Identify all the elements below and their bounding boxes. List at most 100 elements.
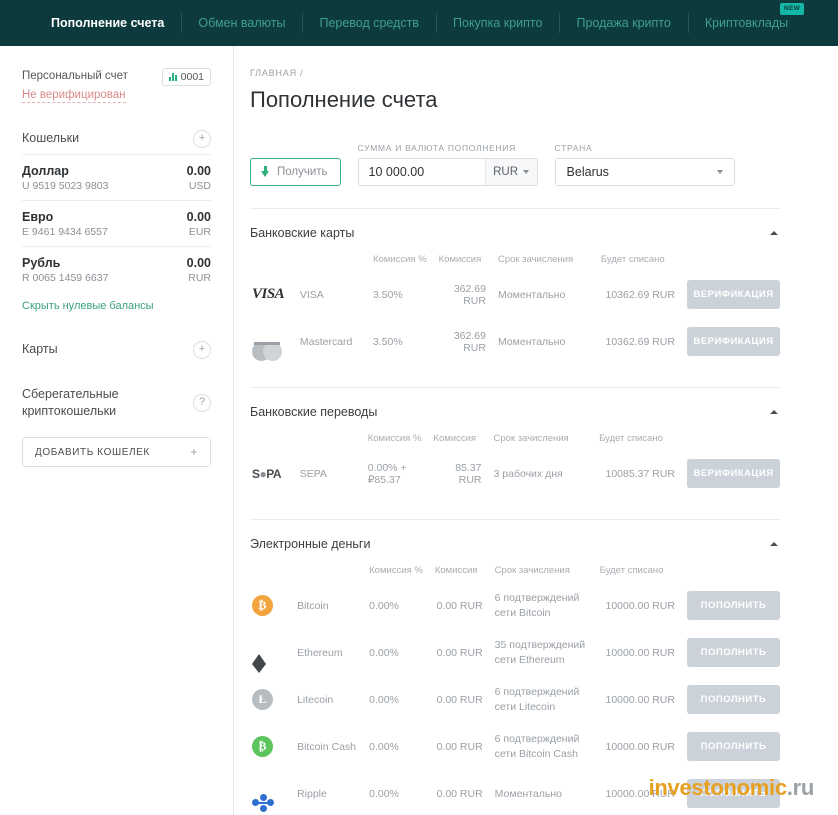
payment-fee: 0.00 RUR <box>436 740 483 753</box>
table-head: Комиссия % Комиссия Срок зачисления Буде… <box>250 246 780 271</box>
section-header[interactable]: Банковские карты <box>250 209 780 240</box>
table-row[interactable]: Ripple 0.00% 0.00 RUR Моментально 10000.… <box>250 770 780 815</box>
bitcoin-cash-icon: ₿ <box>252 736 273 757</box>
payment-total: 10362.69 RUR <box>605 288 675 301</box>
nav-item-label: Пополнение счета <box>51 16 165 30</box>
col-logo <box>250 425 294 450</box>
verification-button[interactable]: ВЕРИФИКАЦИЯ <box>687 459 780 488</box>
account-summary: Персональный счет Не верифицирован 0001 <box>22 68 211 103</box>
country-select[interactable]: Belarus <box>554 158 735 186</box>
deposit-button[interactable]: ПОПОЛНИТЬ <box>687 779 780 808</box>
wallet-row[interactable]: Евро 0.00 E 9461 9434 6557 EUR <box>22 199 211 246</box>
table-head: Комиссия % Комиссия Срок зачисления Буде… <box>250 425 780 450</box>
wallet-primary-line: Доллар 0.00 <box>22 164 211 178</box>
payment-total: 10000.00 RUR <box>605 599 675 612</box>
table-row[interactable]: Ethereum 0.00% 0.00 RUR 35 подтверждений… <box>250 629 780 676</box>
payment-name: Ethereum <box>297 646 343 659</box>
add-wallet-plus-icon[interactable]: + <box>193 129 211 148</box>
top-navigation: Пополнение счета Обмен валюты Перевод ср… <box>0 0 838 46</box>
add-wallet-button[interactable]: ДОБАВИТЬ КОШЕЛЕК + <box>22 437 211 468</box>
chevron-down-icon <box>523 170 529 174</box>
deposit-button[interactable]: ПОПОЛНИТЬ <box>687 732 780 761</box>
deposit-button[interactable]: ПОПОЛНИТЬ <box>687 638 780 667</box>
table-row[interactable]: VISA VISA 3.50% 362.69 RUR Моментально 1… <box>250 271 780 318</box>
section-title: Электронные деньги <box>250 537 371 551</box>
receive-button-label: Получить <box>277 166 328 178</box>
payment-term: Моментально <box>497 335 566 348</box>
payment-action-cell: ВЕРИФИКАЦИЯ <box>681 271 780 318</box>
chevron-up-icon[interactable] <box>770 410 778 414</box>
currency-select-value: RUR <box>493 166 518 178</box>
col-action <box>681 557 780 582</box>
savings-label: Сберегательные криптокошельки <box>22 386 119 418</box>
help-question-icon[interactable]: ? <box>193 393 211 412</box>
payment-term: 35 подтверждений сети Ethereum <box>494 639 586 666</box>
wallet-name: Евро <box>22 209 54 224</box>
nav-item-exchange[interactable]: Обмен валюты <box>181 0 302 46</box>
wallet-row[interactable]: Рубль 0.00 R 0065 1459 6637 RUR <box>22 245 211 292</box>
account-verification-status[interactable]: Не верифицирован <box>22 89 126 103</box>
section-bank-cards: Банковские карты Комиссия % Комиссия Сро… <box>250 208 780 365</box>
chevron-up-icon[interactable] <box>770 231 778 235</box>
payment-logo-cell: VISA <box>250 271 294 318</box>
download-arrow-icon <box>261 166 270 178</box>
payment-logo-cell <box>250 318 294 365</box>
payment-logo-cell: ₿ <box>250 723 291 770</box>
payment-fee-pct: 3.50% <box>372 288 403 301</box>
payment-fee-pct: 0.00% <box>369 693 399 706</box>
wallet-secondary-line: U 9519 5023 9803 USD <box>22 178 211 192</box>
cards-label: Карты <box>22 342 58 357</box>
table-row[interactable]: ₿ Bitcoin 0.00% 0.00 RUR 6 подтверждений… <box>250 582 780 629</box>
currency-select[interactable]: RUR <box>484 159 537 185</box>
deposit-button[interactable]: ПОПОЛНИТЬ <box>687 685 780 714</box>
section-header[interactable]: Банковские переводы <box>250 388 780 419</box>
section-title: Банковские карты <box>250 226 355 240</box>
nav-item-deposit[interactable]: Пополнение счета <box>34 0 181 46</box>
payment-term: 3 рабочих дня <box>493 467 563 480</box>
table-row[interactable]: ₿ Bitcoin Cash 0.00% 0.00 RUR 6 подтверж… <box>250 723 780 770</box>
nav-item-crypto-deposits[interactable]: Криптовклады NEW <box>687 0 805 46</box>
payment-fee-pct: 3.50% <box>372 335 403 348</box>
hide-zero-balances-link[interactable]: Скрыть нулевые балансы <box>22 300 154 312</box>
wallet-secondary-line: E 9461 9434 6557 EUR <box>22 224 211 238</box>
col-name <box>294 425 362 450</box>
verification-button[interactable]: ВЕРИФИКАЦИЯ <box>687 280 780 309</box>
bitcoin-icon: ₿ <box>252 595 273 616</box>
col-logo <box>250 246 294 271</box>
wallet-row[interactable]: Доллар 0.00 U 9519 5023 9803 USD <box>22 153 211 200</box>
wallet-amount: 0.00 <box>186 255 211 270</box>
deposit-button[interactable]: ПОПОЛНИТЬ <box>687 591 780 620</box>
add-card-plus-icon[interactable]: + <box>193 340 211 359</box>
table-row[interactable]: S●PA SEPA 0.00% + ₽85.37 85.37 RUR 3 раб… <box>250 450 780 497</box>
wallets-header: Кошельки + <box>22 129 211 148</box>
payment-action-cell: ПОПОЛНИТЬ <box>681 676 780 723</box>
nav-item-transfer[interactable]: Перевод средств <box>302 0 436 46</box>
table-row[interactable]: Mastercard 3.50% 362.69 RUR Моментально … <box>250 318 780 365</box>
payment-name: Bitcoin <box>297 599 329 612</box>
wallet-currency: RUR <box>188 271 211 284</box>
nav-item-sell-crypto[interactable]: Продажа крипто <box>559 0 687 46</box>
nav-item-buy-crypto[interactable]: Покупка крипто <box>436 0 559 46</box>
breadcrumb[interactable]: ГЛАВНАЯ / <box>250 68 780 78</box>
col-fee-pct: Комиссия % <box>369 565 423 576</box>
section-header[interactable]: Электронные деньги <box>250 520 780 551</box>
payment-fee: 85.37 RUR <box>455 461 482 486</box>
chevron-up-icon[interactable] <box>770 542 778 546</box>
wallet-amount: 0.00 <box>186 163 211 178</box>
sepa-logo-icon: S●PA <box>252 466 282 481</box>
account-number-badge[interactable]: 0001 <box>161 68 211 86</box>
receive-button[interactable]: Получить <box>250 158 341 186</box>
amount-input[interactable]: 10 000.00 <box>359 159 485 185</box>
wallet-name: Доллар <box>22 163 69 178</box>
table-header-row: Комиссия % Комиссия Срок зачисления Буде… <box>250 425 780 450</box>
nav-item-label: Покупка крипто <box>453 16 543 30</box>
nav-item-label: Перевод средств <box>319 16 420 30</box>
payment-action-cell: ПОПОЛНИТЬ <box>681 770 780 815</box>
table-body: S●PA SEPA 0.00% + ₽85.37 85.37 RUR 3 раб… <box>250 450 780 497</box>
payment-term: 6 подтверждений сети Bitcoin <box>494 592 580 619</box>
table-header-row: Комиссия % Комиссия Срок зачисления Буде… <box>250 557 780 582</box>
verification-button[interactable]: ВЕРИФИКАЦИЯ <box>687 327 780 356</box>
section-bank-transfers: Банковские переводы Комиссия % Комиссия … <box>250 387 780 497</box>
payment-action-cell: ВЕРИФИКАЦИЯ <box>681 318 780 365</box>
table-row[interactable]: Ł Litecoin 0.00% 0.00 RUR 6 подтверждени… <box>250 676 780 723</box>
